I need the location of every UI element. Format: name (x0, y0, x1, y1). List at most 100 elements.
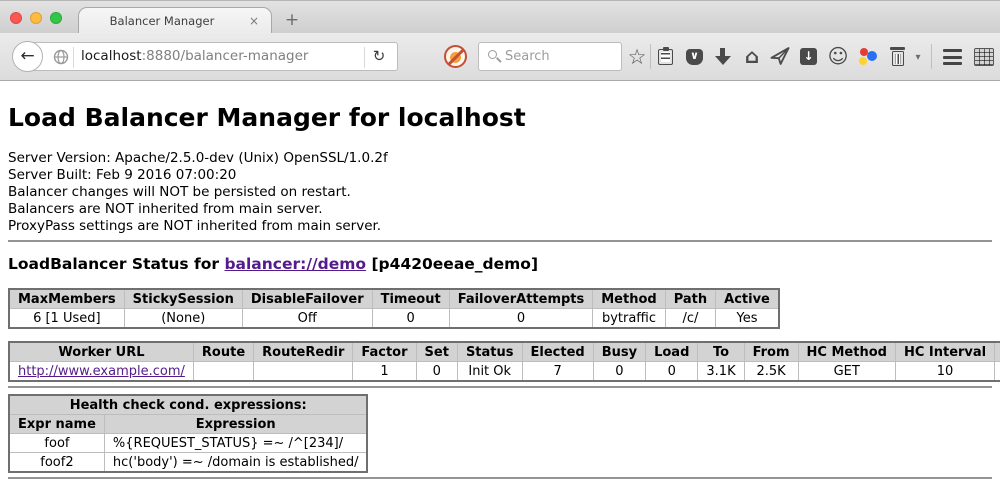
cell-expression: hc('body') =~ /domain is established/ (104, 453, 367, 473)
emoji-icon[interactable]: ☺ (826, 45, 850, 69)
download-arrow: ↓ (800, 48, 817, 65)
cell-timeout: 0 (372, 309, 449, 329)
clipboard-body (658, 49, 673, 65)
container-lid (890, 47, 905, 50)
balancer-demo-link[interactable]: balancer://demo (224, 255, 366, 273)
reload-icon[interactable]: ↻ (368, 43, 390, 70)
server-version-line: Server Version: Apache/2.5.0-dev (Unix) … (8, 150, 992, 167)
home-icon[interactable]: ⌂ (740, 45, 764, 69)
url-text[interactable]: localhost:8880/balancer-manager (81, 43, 308, 70)
balancer-status-heading: LoadBalancer Status for balancer://demo … (8, 255, 992, 273)
search-bar[interactable] (478, 42, 622, 71)
container-body (892, 51, 904, 66)
tab-strip: Balancer Manager × + (0, 0, 1000, 33)
content-blocked-icon[interactable] (444, 45, 467, 68)
balancer-settings-table: MaxMembers StickySession DisableFailover… (8, 288, 780, 329)
url-path: :8880/balancer-manager (142, 48, 309, 64)
menu-bar (943, 62, 962, 65)
url-bar[interactable]: localhost:8880/balancer-manager ↻ (28, 42, 398, 71)
col-busy: Busy (593, 342, 645, 362)
menu-bar (943, 56, 962, 59)
toolbar-divider (931, 44, 932, 69)
colored-dots-extension-icon[interactable] (856, 45, 880, 69)
grid-glyph (974, 48, 994, 66)
table-row: foof %{REQUEST_STATUS} =~ /^[234]/ (9, 434, 367, 453)
arrow-head (715, 56, 731, 65)
col-status: Status (457, 342, 522, 362)
table-header-row: Worker URL Route RouteRedir Factor Set S… (9, 342, 1000, 362)
worker-url-link[interactable]: http://www.example.com/ (18, 364, 185, 379)
col-route: Route (193, 342, 253, 362)
server-built-line: Server Built: Feb 9 2016 07:00:20 (8, 167, 992, 184)
cell-disablefailover: Off (242, 309, 372, 329)
cell-active: Yes (716, 309, 779, 329)
cell-routeredir (254, 362, 353, 382)
browser-window: Balancer Manager × + ← localhost:8880/ba… (0, 0, 1000, 491)
col-expression: Expression (104, 415, 367, 434)
search-icon (488, 50, 497, 59)
worker-table: Worker URL Route RouteRedir Factor Set S… (8, 341, 1000, 382)
close-window-button[interactable] (10, 12, 22, 24)
cell-method: bytraffic (593, 309, 665, 329)
toolbar-divider (650, 44, 651, 69)
chevron-down-icon[interactable]: ▾ (906, 45, 930, 69)
save-download-icon[interactable]: ↓ (797, 45, 821, 69)
cell-worker-url: http://www.example.com/ (9, 362, 193, 382)
status-suffix: [p4420eeae_demo] (366, 255, 538, 273)
yellow-dot (859, 57, 867, 65)
cell-stickysession: (None) (124, 309, 242, 329)
search-input[interactable] (505, 43, 617, 70)
table-row: 6 [1 Used] (None) Off 0 0 bytraffic /c/ … (9, 309, 779, 329)
menu-hamburger-icon[interactable] (941, 45, 965, 69)
downloads-icon[interactable] (711, 45, 735, 69)
cell-factor: 1 (353, 362, 416, 382)
new-tab-button[interactable]: + (281, 8, 303, 32)
table-title-row: Health check cond. expressions: (9, 395, 367, 415)
bookmark-star-icon[interactable]: ☆ (625, 45, 649, 69)
cell-set: 0 (416, 362, 457, 382)
cell-expr-name: foof2 (9, 453, 104, 473)
window-controls (10, 12, 62, 24)
health-check-table: Health check cond. expressions: Expr nam… (8, 394, 368, 473)
cell-expression: %{REQUEST_STATUS} =~ /^[234]/ (104, 434, 367, 453)
col-stickysession: StickySession (124, 289, 242, 309)
col-elected: Elected (522, 342, 593, 362)
col-maxmembers: MaxMembers (9, 289, 124, 309)
zoom-window-button[interactable] (50, 12, 62, 24)
tab-balancer-manager[interactable]: Balancer Manager × (78, 7, 272, 34)
close-tab-icon[interactable]: × (246, 13, 262, 29)
reading-list-icon[interactable] (654, 45, 678, 69)
col-factor: Factor (353, 342, 416, 362)
cell-passes: 1 (0) (995, 362, 1000, 382)
cell-maxmembers: 6 [1 Used] (9, 309, 124, 329)
col-load: Load (646, 342, 698, 362)
col-hc-method: HC Method (798, 342, 895, 362)
minimize-window-button[interactable] (30, 12, 42, 24)
divider (8, 386, 992, 388)
divider (8, 240, 992, 242)
paper-plane-glyph (769, 45, 791, 67)
col-from: From (744, 342, 798, 362)
back-button[interactable]: ← (12, 41, 43, 72)
col-hc-interval: HC Interval (895, 342, 994, 362)
url-domain: localhost (81, 48, 142, 64)
grid-extension-icon[interactable] (972, 45, 996, 69)
server-info: Server Version: Apache/2.5.0-dev (Unix) … (8, 150, 992, 235)
proxypass-notice-line: ProxyPass settings are NOT inherited fro… (8, 218, 992, 235)
cell-failoverattempts: 0 (449, 309, 593, 329)
table-header-row: MaxMembers StickySession DisableFailover… (9, 289, 779, 309)
col-path: Path (665, 289, 715, 309)
send-page-icon[interactable] (768, 45, 792, 69)
col-set: Set (416, 342, 457, 362)
col-routeredir: RouteRedir (254, 342, 353, 362)
col-worker-url: Worker URL (9, 342, 193, 362)
tab-title: Balancer Manager (79, 8, 245, 35)
cell-status: Init Ok (457, 362, 522, 382)
persist-notice-line: Balancer changes will NOT be persisted o… (8, 184, 992, 201)
url-divider (364, 47, 365, 68)
pocket-icon[interactable]: ∨ (683, 45, 707, 69)
cell-elected: 7 (522, 362, 593, 382)
site-identity-globe-icon[interactable] (53, 49, 69, 65)
col-passes: Passes (995, 342, 1000, 362)
cell-to: 3.1K (698, 362, 744, 382)
